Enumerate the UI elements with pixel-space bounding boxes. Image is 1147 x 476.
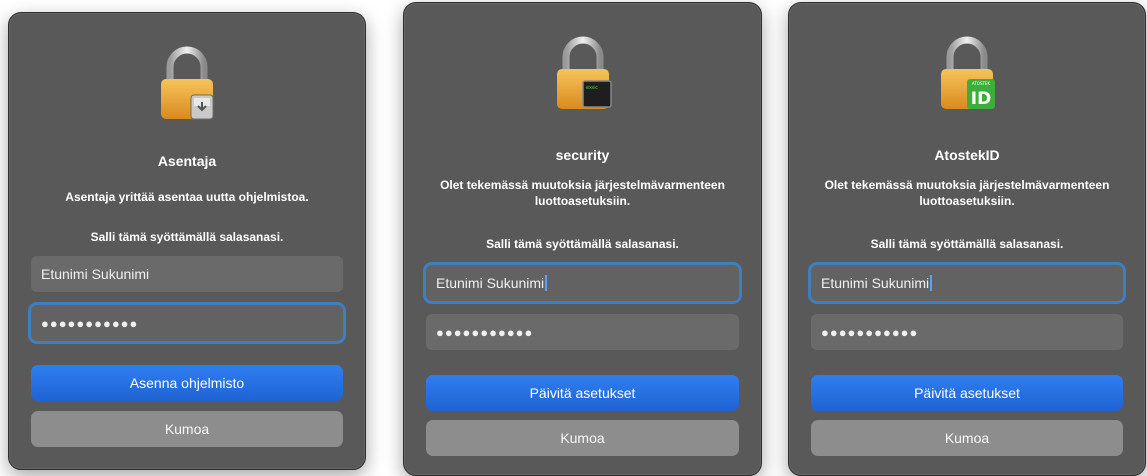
dialog-title: Asentaja [157, 153, 217, 169]
username-value: Etunimi Sukunimi [821, 275, 930, 291]
password-value: ●●●●●●●●●●● [436, 324, 534, 340]
dialog-prompt: Salli tämä syöttämällä salasanasi. [870, 237, 1064, 251]
username-field[interactable]: Etunimi Sukunimi [426, 265, 739, 301]
dialog-message: Asentaja yrittää asentaa uutta ohjelmist… [65, 190, 309, 204]
lock-icon: ATOSTEK ID [941, 36, 995, 109]
password-value: ●●●●●●●●●●● [41, 315, 139, 331]
installer-auth-dialog: Asentaja Asentaja yrittää asentaa uutta … [8, 12, 366, 470]
dialog-prompt: Salli tämä syöttämällä salasanasi. [486, 237, 679, 251]
cancel-button[interactable]: Kumoa [31, 411, 343, 447]
dialog-prompt: Salli tämä syöttämällä salasanasi. [90, 230, 284, 244]
password-value: ●●●●●●●●●●● [821, 324, 919, 340]
password-field[interactable]: ●●●●●●●●●●● [811, 314, 1123, 350]
dialog-message: Olet tekemässä muutoksia järjestelmävarm… [824, 178, 1110, 208]
username-field[interactable]: Etunimi Sukunimi [31, 256, 343, 292]
atostekid-auth-dialog: ATOSTEK ID AtostekID Olet tekemässä muut… [788, 2, 1146, 476]
username-value: Etunimi Sukunimi [436, 275, 545, 291]
password-field[interactable]: ●●●●●●●●●●● [31, 305, 343, 341]
install-software-button[interactable]: Asenna ohjelmisto [31, 365, 343, 401]
terminal-badge-icon: exec [581, 80, 612, 108]
badge-caption: ATOSTEK [972, 81, 991, 86]
cancel-button[interactable]: Kumoa [426, 420, 739, 456]
password-field[interactable]: ●●●●●●●●●●● [426, 314, 739, 350]
dialog-message: Olet tekemässä muutoksia järjestelmävarm… [440, 178, 725, 208]
username-value: Etunimi Sukunimi [41, 266, 150, 282]
text-caret [545, 275, 548, 291]
badge-text: ID [971, 89, 991, 109]
lock-icon: exec [556, 36, 612, 109]
update-settings-button[interactable]: Päivitä asetukset [811, 375, 1123, 411]
update-settings-button[interactable]: Päivitä asetukset [426, 375, 739, 411]
dialog-title: security [555, 147, 610, 163]
username-field[interactable]: Etunimi Sukunimi [811, 265, 1123, 301]
atostek-id-badge-icon: ATOSTEK ID [967, 79, 995, 109]
text-caret [930, 275, 933, 291]
lock-icon [161, 46, 214, 120]
installer-badge-icon [190, 94, 214, 120]
cancel-button[interactable]: Kumoa [811, 420, 1123, 456]
dialog-title: AtostekID [934, 147, 1000, 163]
security-auth-dialog: exec security Olet tekemässä muutoksia j… [403, 2, 762, 476]
terminal-badge-text: exec [586, 85, 598, 91]
